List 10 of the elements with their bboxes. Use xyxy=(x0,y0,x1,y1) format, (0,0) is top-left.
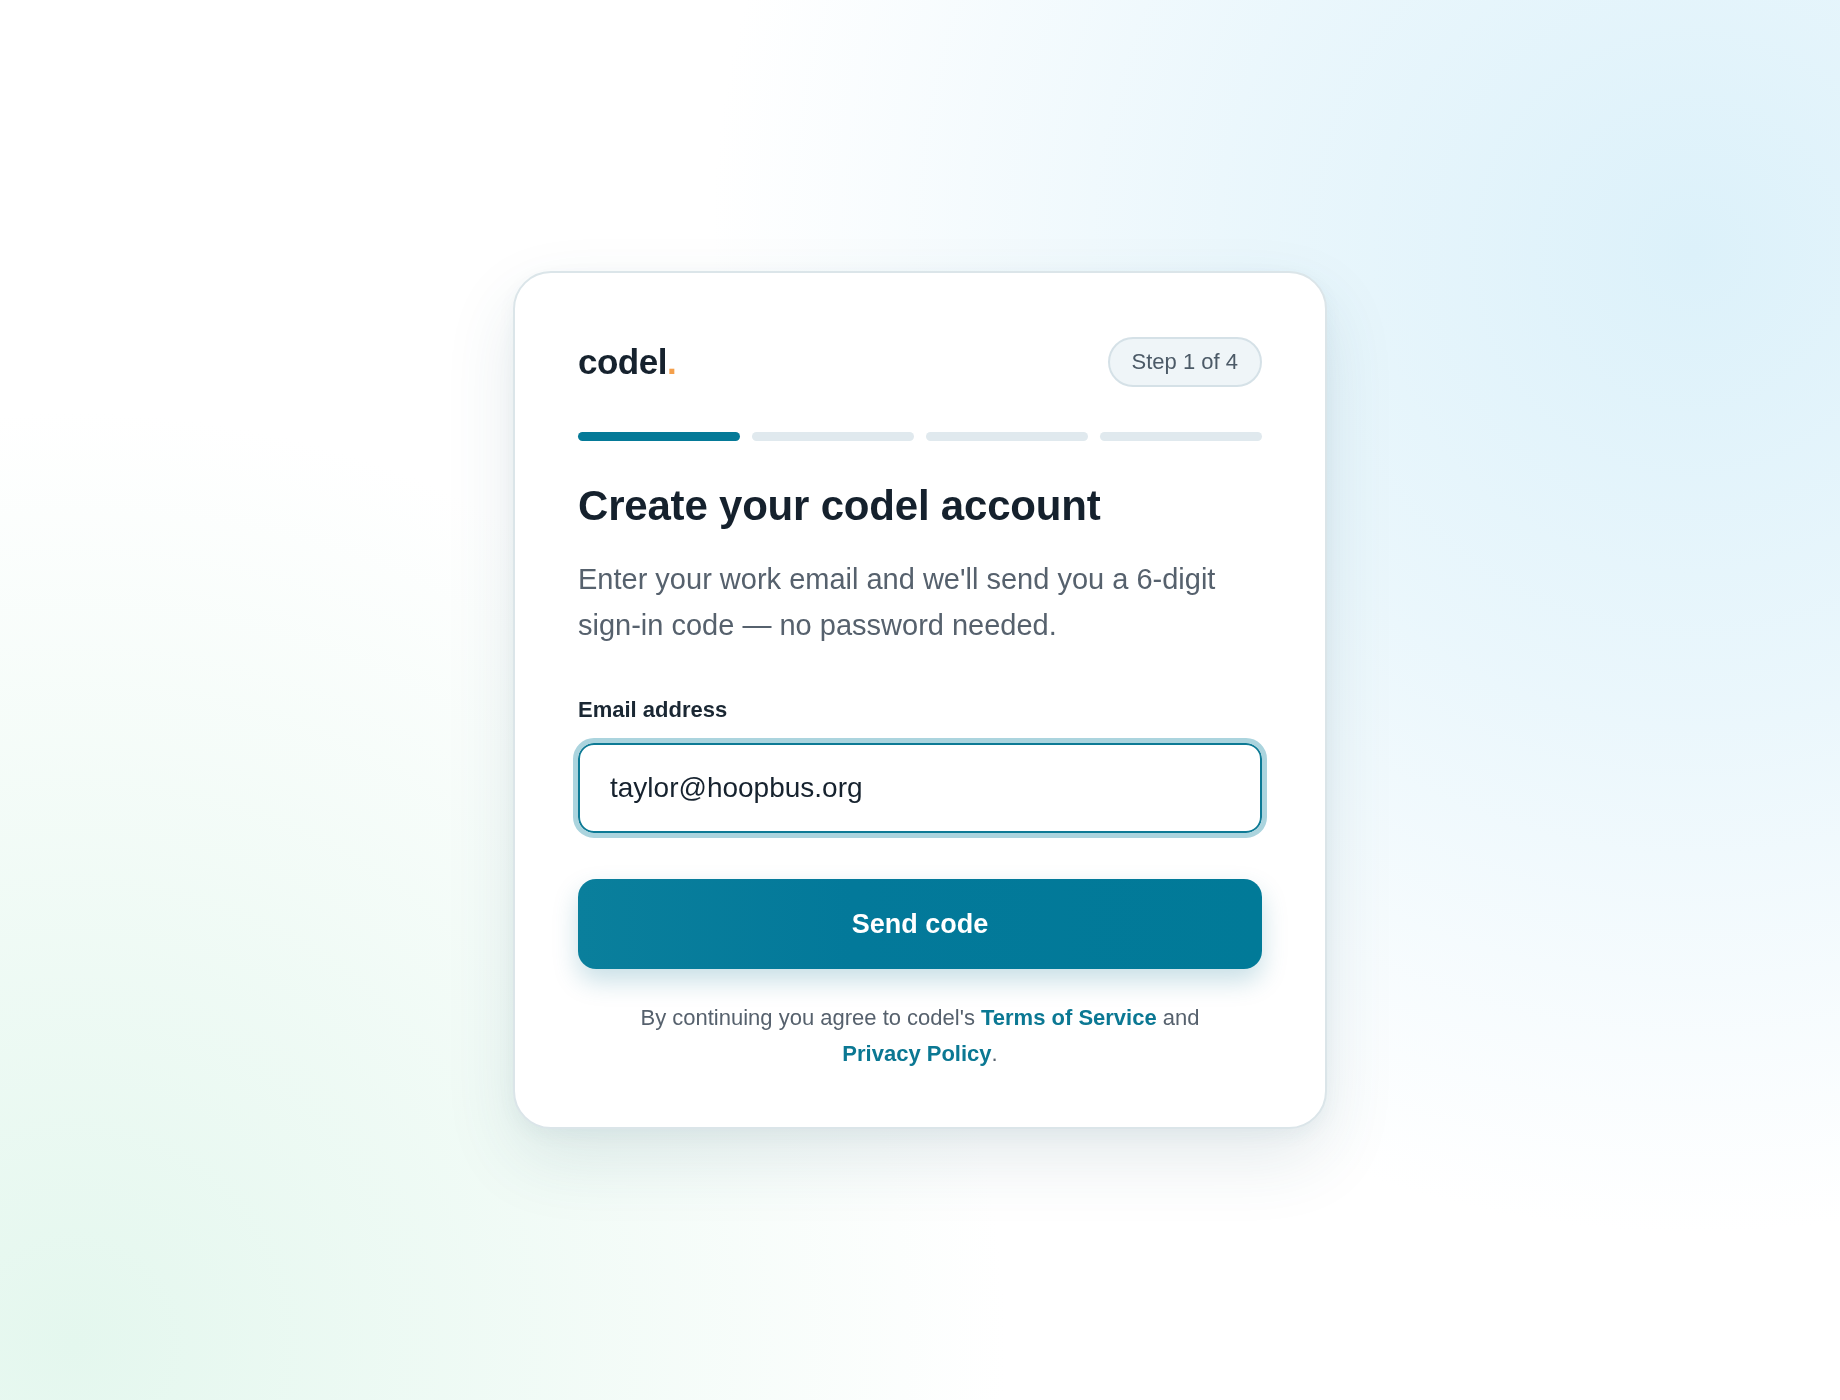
legal-link[interactable]: Privacy Policy xyxy=(842,1041,992,1066)
legal-text: By continuing you agree to codel's Terms of Service and Privacy Policy. xyxy=(639,1004,1201,1068)
logo-wordmark: codel. xyxy=(578,342,677,382)
page-heading: Create your codel account xyxy=(578,481,1102,530)
legal-link[interactable]: Terms of Service xyxy=(981,1005,1157,1030)
email-input[interactable]: taylor@hoopbus.org xyxy=(573,738,1267,838)
step-badge: Step 1 of 4 xyxy=(1107,337,1262,387)
send-code-button[interactable]: Send code xyxy=(578,879,1262,969)
description-text: Enter your work email and we'll send you a 6-digit sign-in code — no password needed. xyxy=(578,562,1217,643)
field-label: Email address xyxy=(578,696,728,724)
